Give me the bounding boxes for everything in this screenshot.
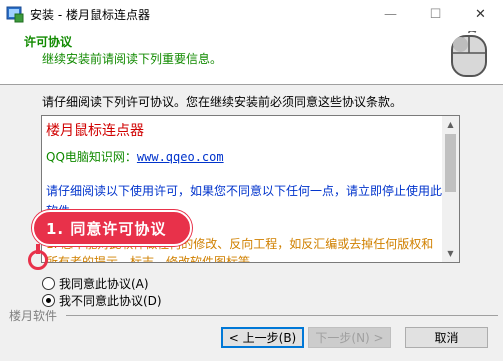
brand-label: 楼月软件 bbox=[9, 309, 58, 323]
license-site-link[interactable]: www.qqeo.com bbox=[137, 150, 224, 164]
license-scrollbar[interactable]: ▲ ▼ bbox=[442, 116, 459, 262]
decline-radio[interactable] bbox=[42, 294, 55, 307]
license-title: 楼月鼠标连点器 bbox=[46, 123, 144, 139]
window-title: 安装 - 楼月鼠标连点器 bbox=[30, 8, 150, 22]
installer-app-icon bbox=[6, 6, 24, 23]
accept-label[interactable]: 我同意此协议(A) bbox=[59, 275, 149, 292]
title-bar: 安装 - 楼月鼠标连点器 — ☐ ✕ bbox=[0, 0, 503, 28]
page-title: 许可协议 bbox=[24, 35, 73, 49]
page-subtitle: 继续安装前请阅读下列重要信息。 bbox=[42, 52, 223, 66]
license-site-label: QQ电脑知识网： bbox=[46, 150, 137, 164]
tutorial-callout: 1. 同意许可协议 bbox=[32, 210, 192, 246]
wizard-header: 许可协议 继续安装前请阅读下列重要信息。 bbox=[0, 28, 503, 85]
cancel-button[interactable]: 取消 bbox=[405, 327, 488, 348]
maximize-button[interactable]: ☐ bbox=[413, 0, 458, 28]
accept-option[interactable]: 我同意此协议(A) bbox=[42, 275, 149, 292]
footer-divider bbox=[66, 315, 498, 316]
decline-option[interactable]: 我不同意此协议(D) bbox=[42, 292, 162, 309]
close-button[interactable]: ✕ bbox=[458, 0, 503, 28]
license-instruction: 请仔细阅读下列许可协议。您在继续安装前必须同意这些协议条款。 bbox=[42, 95, 403, 109]
scroll-down-arrow-icon[interactable]: ▼ bbox=[442, 245, 459, 262]
mouse-icon bbox=[451, 31, 487, 77]
decline-label[interactable]: 我不同意此协议(D) bbox=[59, 292, 162, 309]
scroll-thumb[interactable] bbox=[445, 134, 456, 192]
minimize-button[interactable]: — bbox=[368, 0, 413, 28]
scroll-up-arrow-icon[interactable]: ▲ bbox=[442, 116, 459, 133]
callout-text: 1. 同意许可协议 bbox=[46, 220, 167, 238]
next-button[interactable]: 下一步(N) > bbox=[308, 327, 391, 348]
accept-radio[interactable] bbox=[42, 277, 55, 290]
callout-highlight-ring bbox=[28, 250, 48, 270]
back-button[interactable]: < 上一步(B) bbox=[221, 327, 304, 348]
license-site-line: QQ电脑知识网：www.qqeo.com bbox=[46, 148, 442, 165]
